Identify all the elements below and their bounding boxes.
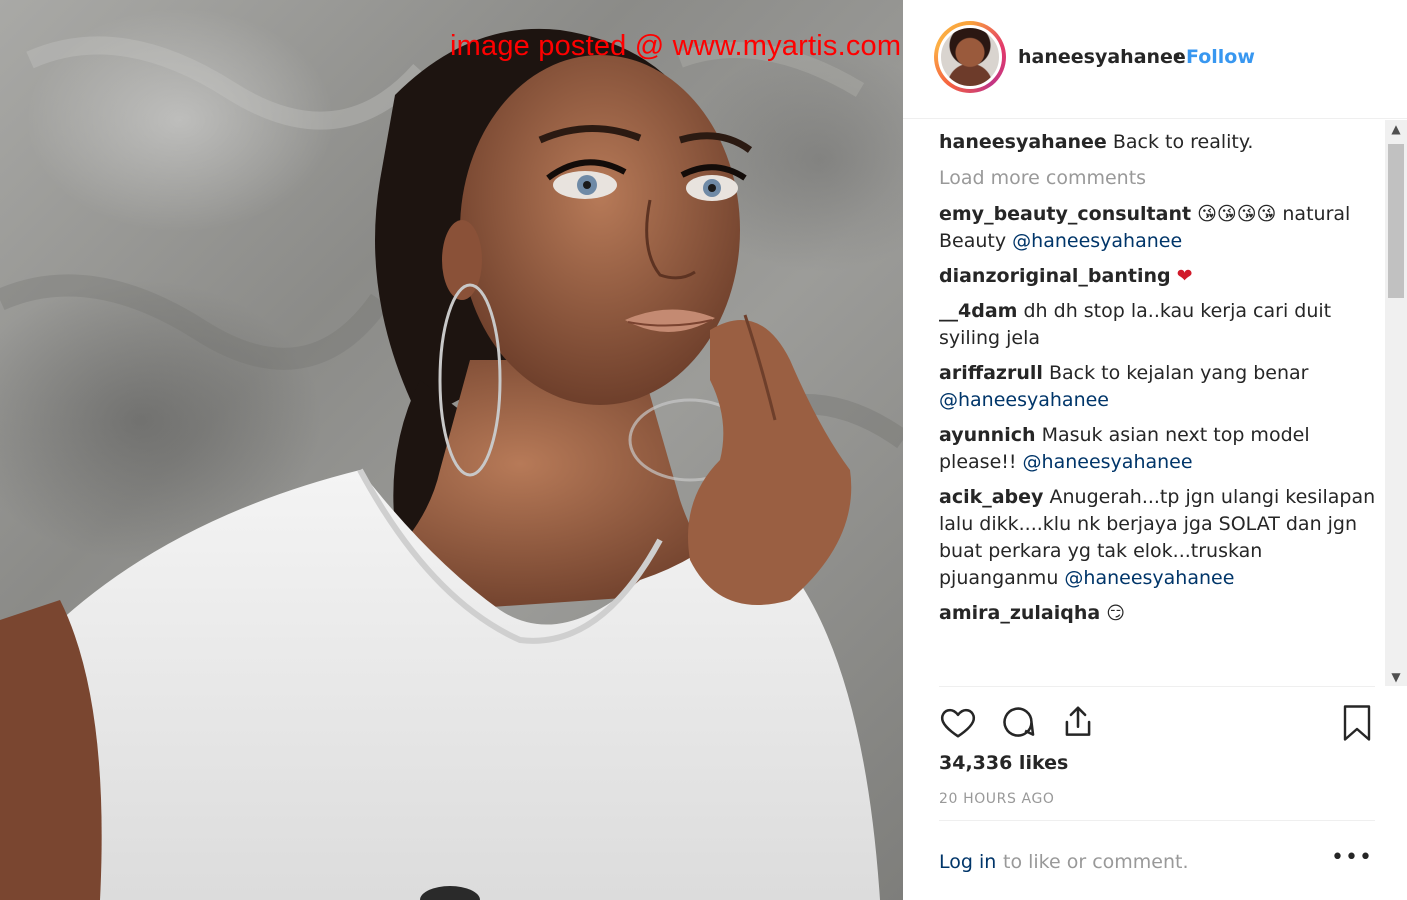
- comments-list: haneesyahanee Back to reality. Load more…: [939, 130, 1379, 680]
- comment-mention[interactable]: @haneesyahanee: [1012, 230, 1182, 252]
- comment-username[interactable]: dianzoriginal_banting: [939, 265, 1171, 287]
- caption-text: Back to reality.: [1112, 131, 1254, 153]
- load-more-comments-button[interactable]: Load more comments: [939, 166, 1379, 190]
- comment-item: emy_beauty_consultant 😘😘😘😘 natural Beaut…: [939, 201, 1379, 255]
- comments-scrollbar[interactable]: ▲ ▼: [1385, 120, 1407, 686]
- comment-item: __4dam dh dh stop la..kau kerja cari dui…: [939, 298, 1379, 352]
- comment-text: Back to kejalan yang benar: [1048, 362, 1309, 384]
- post-photo[interactable]: image posted @ www.myartis.com: [0, 0, 903, 900]
- heart-emoji-icon: ❤: [1176, 265, 1193, 287]
- comment-username[interactable]: ariffazrull: [939, 362, 1043, 384]
- username-link[interactable]: haneesyahanee: [1018, 46, 1186, 68]
- comment-mention[interactable]: @haneesyahanee: [1064, 567, 1234, 589]
- comment-username[interactable]: emy_beauty_consultant: [939, 203, 1191, 225]
- smirk-emoji-icon: 😏: [1106, 603, 1126, 624]
- likes-count[interactable]: 34,336 likes: [939, 752, 1068, 774]
- post-header: haneesyahanee • Follow: [903, 0, 1407, 119]
- follow-button[interactable]: Follow: [1186, 46, 1255, 68]
- comment-username[interactable]: __4dam: [939, 300, 1017, 322]
- comment-item: dianzoriginal_banting ❤: [939, 263, 1379, 290]
- comment-username[interactable]: acik_abey: [939, 486, 1043, 508]
- login-link[interactable]: Log in: [939, 851, 996, 873]
- post-caption: haneesyahanee Back to reality.: [939, 130, 1379, 154]
- login-prompt-text: to like or comment.: [1003, 851, 1189, 873]
- watermark-text: image posted @ www.myartis.com: [450, 30, 902, 62]
- login-footer: Log in to like or comment. •••: [939, 820, 1375, 900]
- post-timestamp[interactable]: 20 HOURS AGO: [939, 791, 1055, 807]
- portrait-illustration: [0, 28, 903, 900]
- comment-mention[interactable]: @haneesyahanee: [939, 389, 1109, 411]
- avatar[interactable]: [938, 25, 1002, 89]
- comment-item: acik_abey Anugerah...tp jgn ulangi kesil…: [939, 484, 1379, 592]
- share-icon[interactable]: [1059, 703, 1097, 741]
- caption-username[interactable]: haneesyahanee: [939, 131, 1107, 153]
- scroll-down-arrow-icon[interactable]: ▼: [1385, 668, 1407, 686]
- comment-username[interactable]: ayunnich: [939, 424, 1036, 446]
- comment-mention[interactable]: @haneesyahanee: [1023, 451, 1193, 473]
- bookmark-icon[interactable]: [1339, 703, 1375, 743]
- instagram-post-view: image posted @ www.myartis.com haneesyah…: [0, 0, 1407, 900]
- separator-dot: •: [1171, 46, 1183, 68]
- story-ring[interactable]: [934, 21, 1006, 93]
- action-bar: [939, 686, 1375, 757]
- comment-item: ayunnich Masuk asian next top model plea…: [939, 422, 1379, 476]
- post-side-panel: haneesyahanee • Follow haneesyahanee Bac…: [903, 0, 1407, 900]
- comment-item: ariffazrull Back to kejalan yang benar @…: [939, 360, 1379, 414]
- heart-icon[interactable]: [939, 703, 977, 741]
- comment-icon[interactable]: [999, 703, 1037, 741]
- scrollbar-thumb[interactable]: [1388, 144, 1404, 298]
- comment-username[interactable]: amira_zulaiqha: [939, 602, 1100, 624]
- more-options-icon[interactable]: •••: [1331, 845, 1373, 870]
- scroll-up-arrow-icon[interactable]: ▲: [1385, 120, 1407, 138]
- comment-item: amira_zulaiqha 😏: [939, 600, 1379, 627]
